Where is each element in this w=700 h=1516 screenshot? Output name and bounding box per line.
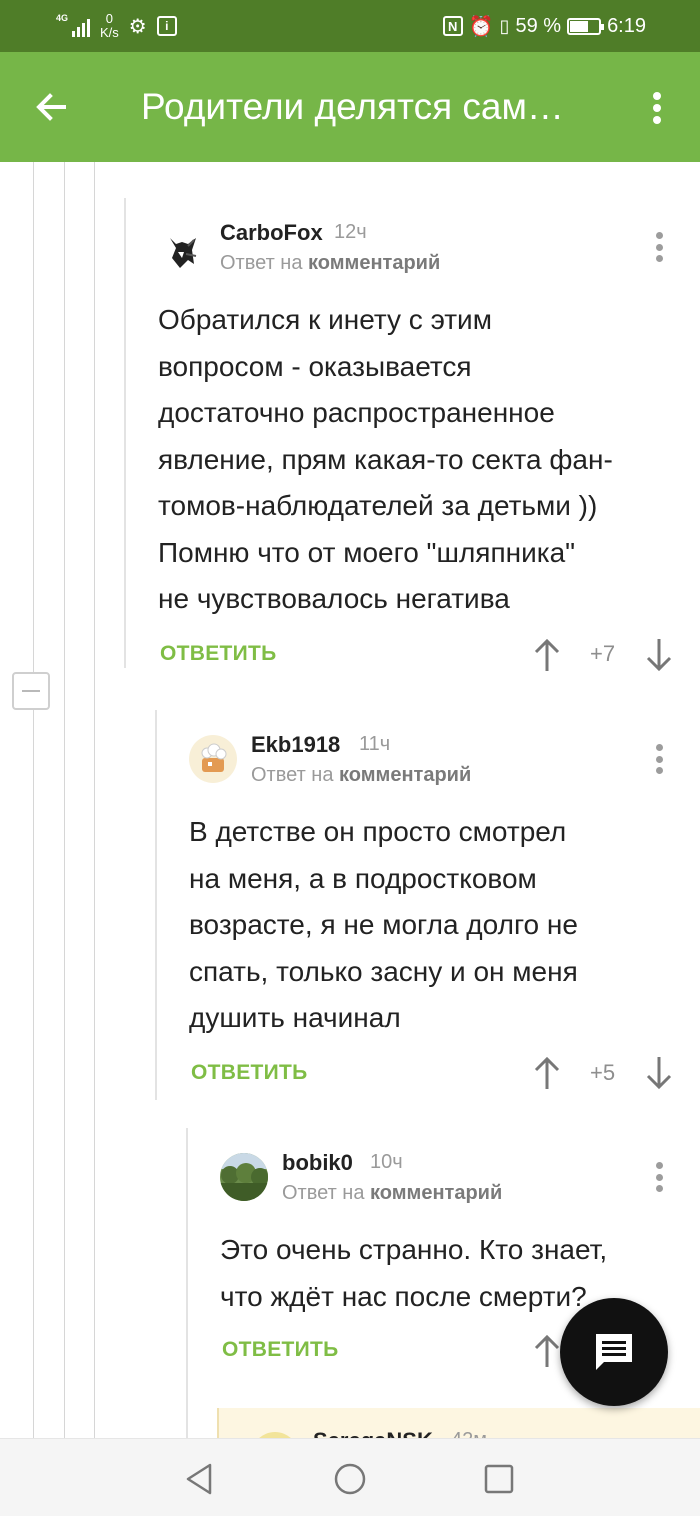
alarm-icon: ⏰ (468, 15, 494, 38)
comment-ekb1918: Ekb1918 11ч Ответ на комментарий В детст… (155, 710, 700, 1100)
upvote-arrow-icon[interactable] (534, 1334, 560, 1368)
nav-back-icon[interactable] (182, 1461, 218, 1497)
username[interactable]: bobik0 (282, 1150, 353, 1176)
battery-icon (567, 17, 605, 35)
username[interactable]: Ekb1918 (251, 732, 340, 758)
reply-button[interactable]: ОТВЕТИТЬ (191, 1061, 308, 1085)
reply-button[interactable]: ОТВЕТИТЬ (222, 1338, 339, 1362)
reply-prefix: Ответ на (220, 252, 303, 274)
thread-line (94, 162, 95, 1438)
reply-target-link[interactable]: комментарий (308, 252, 440, 274)
vibrate-icon: ▯ (499, 15, 510, 36)
reply-target-link[interactable]: комментарий (339, 764, 471, 786)
avatar[interactable] (158, 226, 206, 274)
app-bar: Родители делятся сам… (0, 52, 700, 162)
text-line: Обратился к инету с этим (158, 304, 492, 335)
text-line: вопросом - оказывается (158, 350, 472, 382)
overflow-menu-icon[interactable] (642, 88, 672, 128)
downvote-arrow-icon[interactable] (646, 638, 672, 672)
text-line: возрасте, я не могла долго не (189, 909, 578, 940)
text-line: томов-наблюдателей за детьми )) (158, 490, 598, 521)
settings-gear-icon: ⚙ (128, 15, 147, 38)
comment-text: В детстве он просто смотрел на меня, а в… (189, 809, 578, 1042)
comment-time: 12ч (334, 221, 367, 243)
signal-icon: 4G (56, 13, 90, 37)
text-line: явление, прям какая-то секта фан- (158, 443, 613, 475)
collapse-thread-button[interactable] (12, 672, 50, 710)
text-line: спать, только засну и он меня (189, 955, 578, 987)
battery-percent: 59 % (515, 14, 562, 37)
username[interactable]: CarboFox (220, 220, 323, 246)
reply-prefix: Ответ на (282, 1182, 365, 1204)
reply-to: Ответ на комментарий (220, 252, 440, 275)
info-icon: i (156, 16, 177, 36)
comment-seregansk: SeregaNSK 42м (217, 1408, 700, 1438)
comment-score: +5 (590, 1060, 616, 1085)
text-line: что ждёт нас после смерти? (220, 1280, 587, 1312)
upvote-arrow-icon[interactable] (534, 638, 560, 672)
status-left: 4G 0 K/s ⚙ i (56, 10, 177, 42)
system-nav-bar (0, 1438, 700, 1516)
comment-carbofox: CarboFox 12ч Ответ на комментарий Обрати… (124, 198, 700, 672)
reply-to: Ответ на комментарий (251, 764, 471, 787)
write-comment-fab[interactable] (560, 1298, 668, 1406)
text-line: Помню что от моего "шляпника" (158, 536, 576, 568)
back-arrow-icon[interactable] (30, 84, 80, 130)
comment-thread[interactable]: CarboFox 12ч Ответ на комментарий Обрати… (0, 162, 700, 1438)
comment-text: Это очень странно. Кто знает, что ждёт н… (220, 1227, 607, 1320)
nfc-icon: N (442, 16, 463, 36)
nav-recents-icon[interactable] (481, 1461, 517, 1497)
text-line: В детстве он просто смотрел (189, 816, 567, 847)
comment-time: 10ч (370, 1151, 403, 1173)
comment-time: 42м (451, 1429, 487, 1438)
avatar[interactable] (220, 1153, 268, 1201)
reply-prefix: Ответ на (251, 764, 334, 786)
username[interactable]: SeregaNSK (313, 1428, 433, 1438)
reply-target-link[interactable]: комментарий (370, 1182, 502, 1204)
network-speed: 0 K/s (100, 12, 119, 40)
thread-line (64, 162, 65, 1438)
comment-time: 11ч (359, 733, 391, 755)
upvote-arrow-icon[interactable] (534, 1056, 560, 1090)
comment-score: +7 (590, 641, 616, 666)
comment-text: Обратился к инету с этим вопросом - оказ… (158, 297, 613, 623)
status-bar: 4G 0 K/s ⚙ i N ⏰ ▯ 59 % 6:19 (0, 0, 700, 52)
network-type: 4G (56, 13, 69, 23)
downvote-arrow-icon[interactable] (646, 1056, 672, 1090)
speed-unit: K/s (100, 25, 119, 40)
status-right: N ⏰ ▯ 59 % 6:19 (442, 10, 646, 42)
thread-line (33, 162, 34, 1438)
text-line: не чувствовалось негатива (158, 583, 510, 614)
page-title: Родители делятся сам… (141, 86, 564, 127)
text-line: достаточно распространенное (158, 397, 555, 428)
comment-more-icon[interactable] (653, 232, 665, 262)
nav-home-icon[interactable] (332, 1461, 368, 1497)
text-line: душить начинал (189, 1002, 401, 1033)
reply-to: Ответ на комментарий (282, 1182, 502, 1205)
text-line: на меня, а в подростковом (189, 862, 537, 894)
comment-more-icon[interactable] (653, 744, 665, 774)
text-line: Это очень странно. Кто знает, (220, 1234, 608, 1265)
reply-button[interactable]: ОТВЕТИТЬ (160, 642, 277, 666)
speed-value: 0 (105, 11, 114, 26)
comment-more-icon[interactable] (653, 1162, 665, 1192)
comment-icon (596, 1334, 632, 1370)
clock: 6:19 (607, 14, 646, 37)
avatar[interactable] (189, 735, 237, 783)
